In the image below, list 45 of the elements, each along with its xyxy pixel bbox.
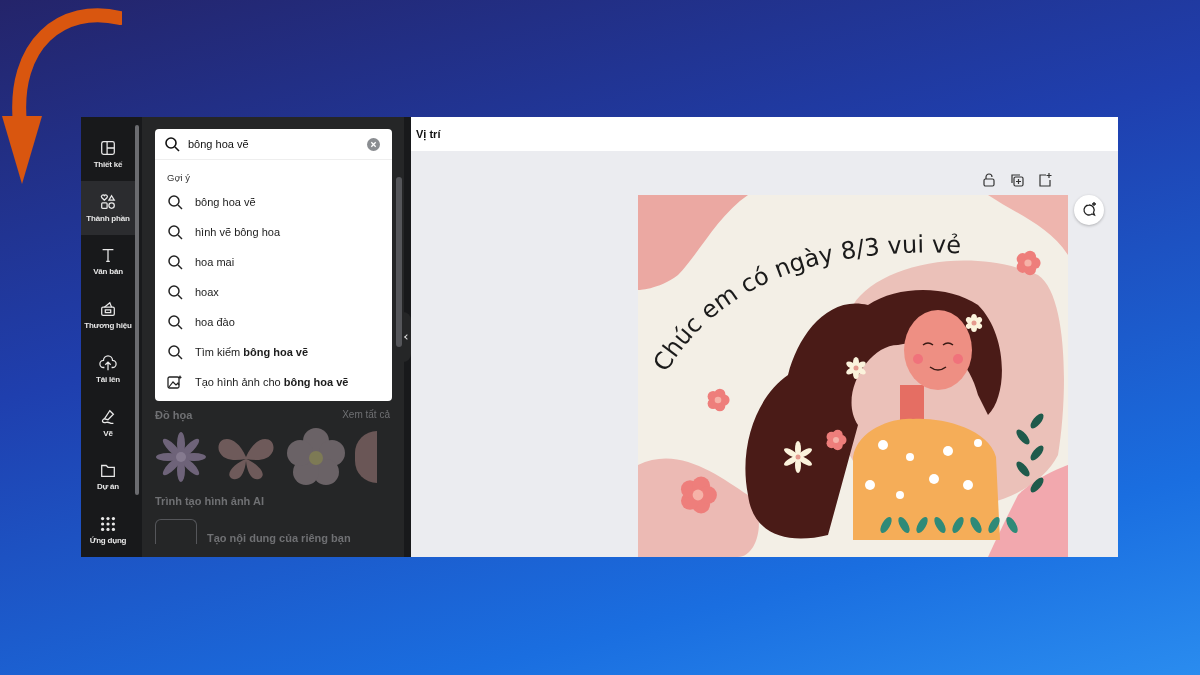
sidebar-item[interactable]: Văn bản <box>81 234 135 289</box>
sidebar-item[interactable]: Tải lên <box>81 342 135 396</box>
lock-icon[interactable] <box>982 173 996 187</box>
brand-icon <box>99 300 117 319</box>
search-icon <box>167 344 183 360</box>
image-sparkle-icon <box>167 374 183 390</box>
sidebar-item[interactable]: Vẽ <box>81 395 135 450</box>
add-button[interactable] <box>155 519 197 544</box>
ai-prompt-text: Tạo nội dung của riêng bạn <box>207 532 351 544</box>
sidebar-item[interactable]: Thương hiệu <box>81 288 135 342</box>
clear-icon[interactable] <box>367 137 380 151</box>
search-icon <box>164 136 180 152</box>
sidebar-item[interactable]: Thiết kế <box>81 127 135 181</box>
search-icon <box>167 254 183 270</box>
sidebar-item[interactable]: Ứng dụng <box>81 503 135 557</box>
suggestion-item[interactable]: hoa mai <box>155 247 392 277</box>
section-heading: Đồ họa <box>155 409 193 421</box>
add-page-icon[interactable] <box>1038 173 1052 187</box>
suggestions-heading: Gợi ý <box>166 171 192 185</box>
suggestion-item[interactable]: hoa đào <box>155 307 392 337</box>
suggestion-item[interactable]: bông hoa vẽ <box>155 187 392 217</box>
layout-icon <box>99 138 117 157</box>
apps-icon <box>99 515 117 534</box>
comment-icon <box>1081 202 1097 218</box>
search-icon <box>167 314 183 330</box>
suggestion-item[interactable]: Tạo hình ảnh cho bông hoa vẽ <box>155 367 392 397</box>
sidebar-item[interactable]: Dự án <box>81 449 135 504</box>
search-icon <box>167 194 183 210</box>
flower-thumbnail[interactable] <box>285 427 347 487</box>
section-heading: Trình tạo hình ảnh AI <box>155 495 265 507</box>
add-comment-button[interactable] <box>1074 195 1104 225</box>
suggestion-item[interactable]: Tìm kiếm bông hoa vẽ <box>155 337 392 367</box>
position-button[interactable]: Vị trí <box>416 128 441 140</box>
flower-thumbnail[interactable] <box>155 431 207 483</box>
suggestion-item[interactable]: hoax <box>155 277 392 307</box>
search-icon <box>167 284 183 300</box>
upload-icon <box>99 353 117 372</box>
suggestion-item[interactable]: hình vẽ bông hoa <box>155 217 392 247</box>
collapse-handle[interactable] <box>403 312 411 362</box>
elements-icon <box>99 192 117 211</box>
draw-icon <box>99 407 117 426</box>
duplicate-icon[interactable] <box>1010 173 1024 187</box>
flower-thumbnail[interactable] <box>355 431 377 483</box>
sidebar-item[interactable]: Thành phần <box>81 180 135 235</box>
search-icon <box>167 224 183 240</box>
